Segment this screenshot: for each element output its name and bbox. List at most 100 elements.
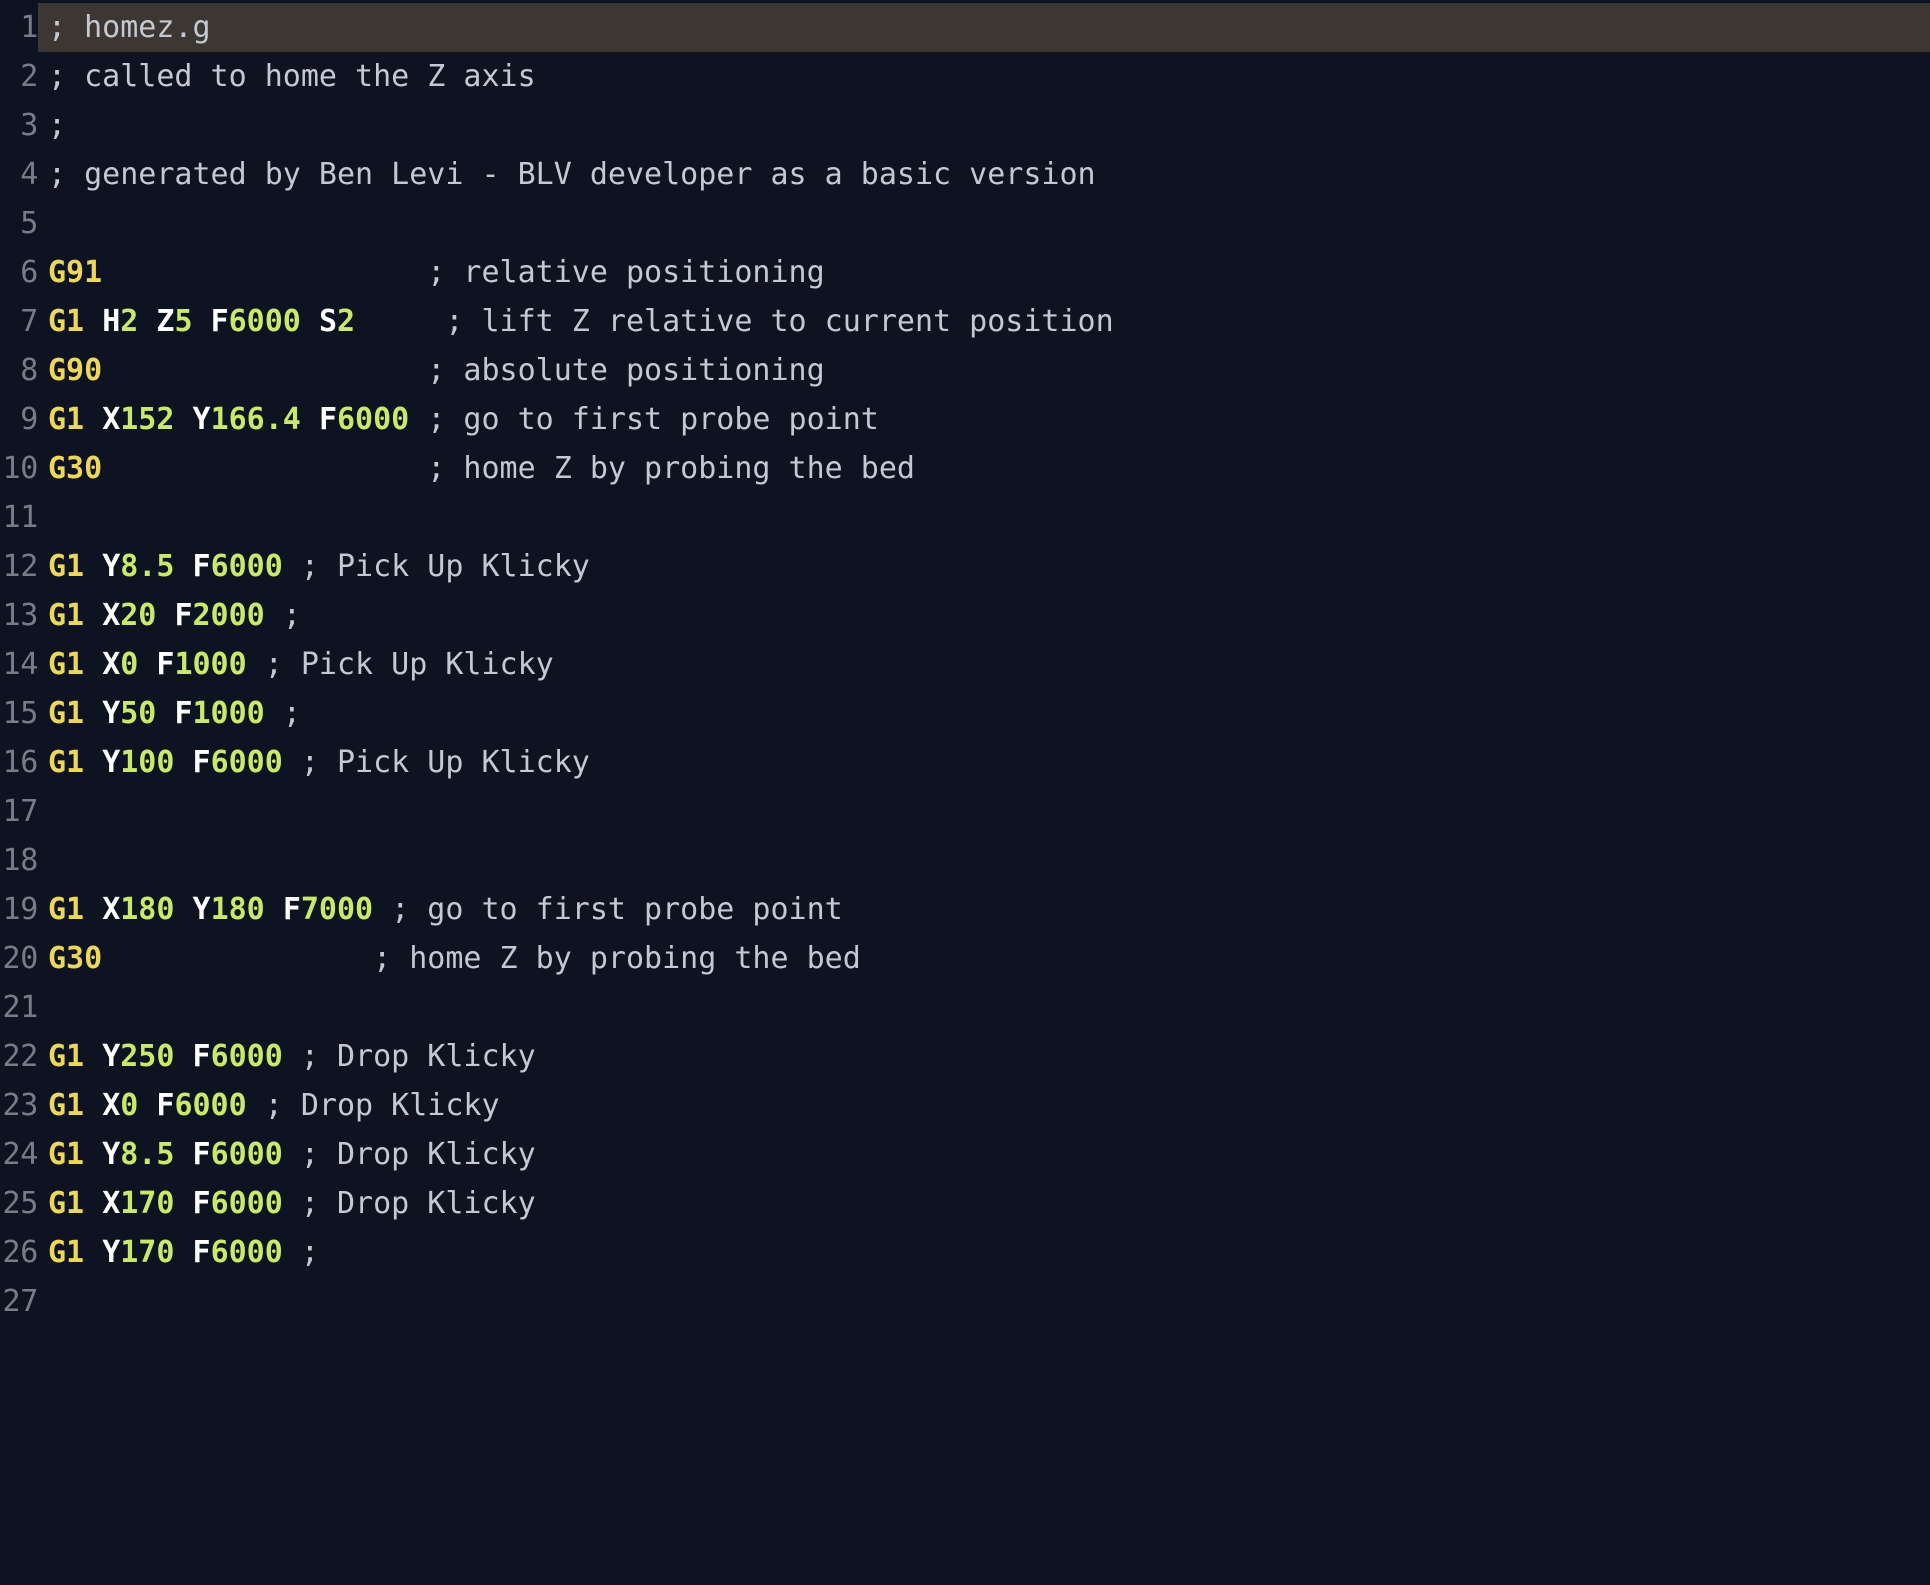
gcode-axis-token: Z [156, 304, 175, 339]
gcode-whitespace-token [174, 1039, 192, 1074]
code-line[interactable]: 9 G1 X152 Y166.4 F6000 ; go to first prob… [0, 395, 1930, 444]
code-line[interactable]: 18 [0, 836, 1930, 885]
code-line[interactable]: 13 G1 X20 F2000 ; [0, 591, 1930, 640]
line-content[interactable]: G1 X0 F1000 ; Pick Up Klicky [38, 640, 1930, 689]
gcode-whitespace-token [84, 1088, 102, 1123]
gcode-command-token: G1 [48, 1235, 85, 1270]
gcode-whitespace-token [174, 745, 192, 780]
gcode-command-token: G1 [48, 598, 85, 633]
line-content[interactable]: ; [38, 101, 1930, 150]
code-line[interactable]: 11 [0, 493, 1930, 542]
code-line[interactable]: 17 [0, 787, 1930, 836]
code-line[interactable]: 10 G30 ; home Z by probing the bed [0, 444, 1930, 493]
gcode-number-token: 180 [120, 892, 175, 927]
line-number: 23 [2, 1088, 38, 1123]
line-content[interactable]: G1 Y8.5 F6000 ; Drop Klicky [38, 1130, 1930, 1179]
gcode-whitespace-token [84, 745, 102, 780]
gcode-number-token: 250 [120, 1039, 175, 1074]
gcode-number-token: 6000 [210, 549, 283, 584]
code-line[interactable]: 24 G1 Y8.5 F6000 ; Drop Klicky [0, 1130, 1930, 1179]
line-number: 5 [20, 206, 38, 241]
line-content[interactable]: G1 X152 Y166.4 F6000 ; go to first probe… [38, 395, 1930, 444]
code-line[interactable]: 22 G1 Y250 F6000 ; Drop Klicky [0, 1032, 1930, 1081]
line-content[interactable]: ; called to home the Z axis [38, 52, 1930, 101]
gcode-whitespace-token [84, 598, 102, 633]
code-line[interactable]: 25 G1 X170 F6000 ; Drop Klicky [0, 1179, 1930, 1228]
gcode-whitespace-token [156, 696, 174, 731]
gcode-axis-token: F [192, 549, 211, 584]
code-line[interactable]: 27 [0, 1277, 1930, 1326]
line-number: 25 [2, 1186, 38, 1221]
code-line[interactable]: 19 G1 X180 Y180 F7000 ; go to first probe… [0, 885, 1930, 934]
gcode-number-token: 152 [120, 402, 175, 437]
gcode-whitespace-token [102, 451, 427, 486]
gcode-axis-token: X [102, 1088, 121, 1123]
gcode-axis-token: Y [102, 1235, 121, 1270]
gcode-whitespace-token [301, 402, 319, 437]
line-content[interactable]: G90 ; absolute positioning [38, 346, 1930, 395]
gcode-whitespace-token [102, 255, 427, 290]
code-line[interactable]: 4 ; generated by Ben Levi - BLV developer… [0, 150, 1930, 199]
gcode-whitespace-token [373, 892, 391, 927]
line-number: 9 [20, 402, 38, 437]
gcode-command-token: G1 [48, 1039, 85, 1074]
gcode-axis-token: X [102, 598, 121, 633]
line-content[interactable]: G1 X180 Y180 F7000 ; go to first probe p… [38, 885, 1930, 934]
line-content[interactable]: G1 H2 Z5 F6000 S2 ; lift Z relative to c… [38, 297, 1930, 346]
gcode-command-token: G1 [48, 1186, 85, 1221]
code-editor[interactable]: 1 ; homez.g 2 ; called to home the Z axis 3;… [0, 0, 1930, 1585]
code-line[interactable]: 14 G1 X0 F1000 ; Pick Up Klicky [0, 640, 1930, 689]
line-content[interactable]: G30 ; home Z by probing the bed [38, 934, 1930, 983]
line-content[interactable]: G30 ; home Z by probing the bed [38, 444, 1930, 493]
gcode-axis-token: Y [102, 1039, 121, 1074]
line-content[interactable]: ; generated by Ben Levi - BLV developer … [38, 150, 1930, 199]
code-line[interactable]: 26 G1 Y170 F6000 ; [0, 1228, 1930, 1277]
line-content[interactable]: G1 X0 F6000 ; Drop Klicky [38, 1081, 1930, 1130]
gcode-comment-token: ; Drop Klicky [264, 1088, 500, 1123]
gcode-comment-token: ; [300, 1235, 319, 1270]
gcode-axis-token: H [102, 304, 121, 339]
gcode-number-token: 0 [120, 1088, 139, 1123]
code-line[interactable]: 15 G1 Y50 F1000 ; [0, 689, 1930, 738]
line-number: 7 [20, 304, 38, 339]
code-line[interactable]: 7 G1 H2 Z5 F6000 S2 ; lift Z relative to … [0, 297, 1930, 346]
code-lines-container[interactable]: 1 ; homez.g 2 ; called to home the Z axis 3;… [0, 3, 1930, 1326]
gcode-command-token: G1 [48, 745, 85, 780]
gcode-command-token: G1 [48, 892, 85, 927]
code-line[interactable]: 3; [0, 101, 1930, 150]
code-line[interactable]: 8 G90 ; absolute positioning [0, 346, 1930, 395]
line-content[interactable]: G1 X170 F6000 ; Drop Klicky [38, 1179, 1930, 1228]
gcode-comment-token: ; [282, 696, 301, 731]
line-content[interactable]: G1 Y250 F6000 ; Drop Klicky [38, 1032, 1930, 1081]
code-line[interactable]: 21 [0, 983, 1930, 1032]
line-content[interactable]: G1 Y100 F6000 ; Pick Up Klicky [38, 738, 1930, 787]
gcode-whitespace-token [174, 1186, 192, 1221]
gcode-number-token: 170 [120, 1235, 175, 1270]
code-line[interactable]: 1 ; homez.g [0, 3, 1930, 52]
gcode-axis-token: Y [192, 892, 211, 927]
code-line[interactable]: 5 [0, 199, 1930, 248]
line-number: 20 [2, 941, 38, 976]
code-line[interactable]: 23 G1 X0 F6000 ; Drop Klicky [0, 1081, 1930, 1130]
code-line[interactable]: 20 G30 ; home Z by probing the bed [0, 934, 1930, 983]
gcode-comment-token: ; lift Z relative to current position [445, 304, 1114, 339]
code-line[interactable]: 12 G1 Y8.5 F6000 ; Pick Up Klicky [0, 542, 1930, 591]
gcode-axis-token: F [192, 1235, 211, 1270]
line-content[interactable]: G1 Y50 F1000 ; [38, 689, 1930, 738]
line-content[interactable]: G1 X20 F2000 ; [38, 591, 1930, 640]
gcode-command-token: G1 [48, 304, 85, 339]
code-line[interactable]: 6 G91 ; relative positioning [0, 248, 1930, 297]
line-content[interactable]: G1 Y8.5 F6000 ; Pick Up Klicky [38, 542, 1930, 591]
gcode-whitespace-token [102, 941, 373, 976]
gcode-command-token: G30 [48, 451, 103, 486]
line-number: 13 [2, 598, 38, 633]
line-content[interactable]: G91 ; relative positioning [38, 248, 1930, 297]
gcode-number-token: 2000 [192, 598, 265, 633]
gcode-whitespace-token [283, 745, 301, 780]
gcode-axis-token: F [174, 696, 193, 731]
code-line[interactable]: 16 G1 Y100 F6000 ; Pick Up Klicky [0, 738, 1930, 787]
gcode-whitespace-token [174, 549, 192, 584]
line-content[interactable]: ; homez.g [38, 3, 1930, 52]
code-line[interactable]: 2 ; called to home the Z axis [0, 52, 1930, 101]
line-content[interactable]: G1 Y170 F6000 ; [38, 1228, 1930, 1277]
